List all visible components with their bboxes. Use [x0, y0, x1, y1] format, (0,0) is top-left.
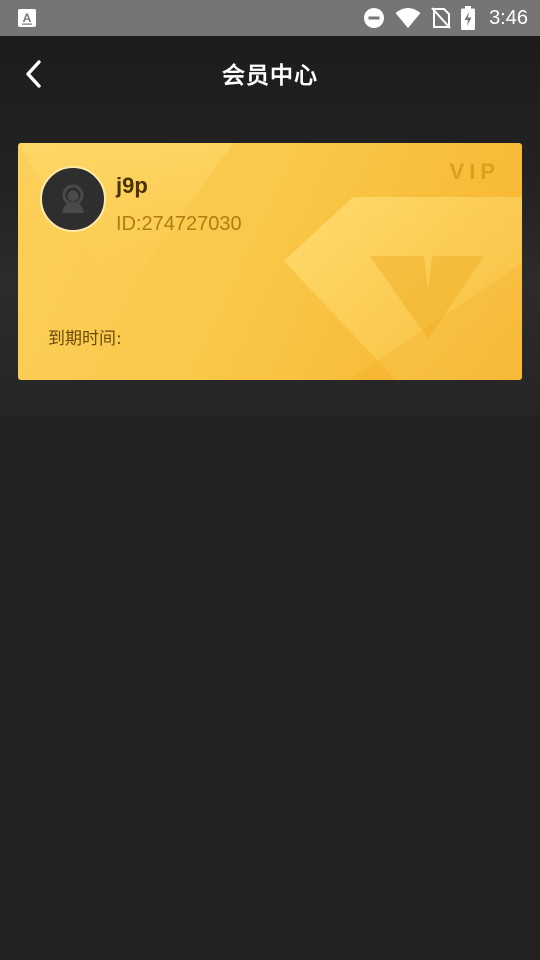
user-id: ID:274727030 — [116, 213, 242, 235]
vip-member-card[interactable]: j9p ID:274727030 VIP 到期时间: — [18, 143, 522, 380]
username: j9p — [116, 173, 148, 198]
battery-charging-icon — [461, 0, 476, 36]
no-sim-icon — [431, 0, 451, 36]
wifi-icon — [395, 0, 421, 36]
user-avatar[interactable] — [40, 166, 106, 232]
status-bar: A 3:46 — [0, 0, 540, 36]
user-avatar-icon — [62, 184, 84, 213]
svg-text:A: A — [23, 11, 32, 25]
app-header: 会员中心 — [0, 36, 540, 110]
page-title: 会员中心 — [222, 63, 318, 89]
expire-time-label: 到期时间: — [48, 329, 122, 349]
vip-badge: VIP — [449, 159, 500, 184]
text-a-icon: A — [18, 9, 36, 27]
do-not-disturb-icon — [363, 0, 385, 36]
status-time: 3:46 — [489, 6, 528, 29]
